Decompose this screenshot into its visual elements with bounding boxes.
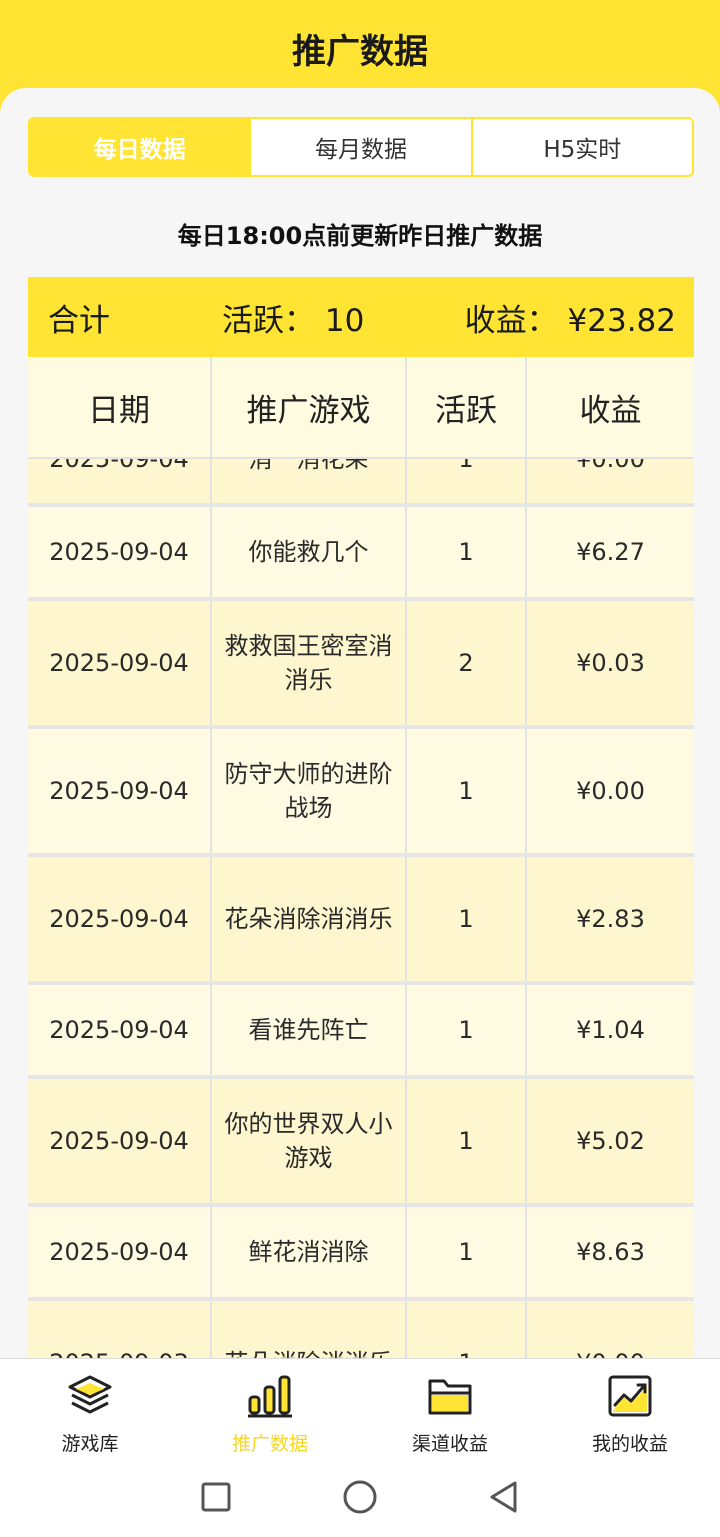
tab-h5-realtime[interactable]: H5实时 xyxy=(470,119,692,175)
cell-game: 花朵消除消消乐 xyxy=(212,857,407,981)
cell-income: ¥8.63 xyxy=(576,1238,645,1266)
cell-game: 救救国王密室消消乐 xyxy=(212,601,407,725)
cell-income: ¥0.03 xyxy=(576,649,645,677)
table-row[interactable]: 2025-09-03 花朵消除消消乐 1 ¥0.00 xyxy=(28,1301,694,1358)
cell-game: 你能救几个 xyxy=(212,507,407,597)
cell-date: 2025-09-04 xyxy=(28,729,212,853)
recent-apps-icon[interactable] xyxy=(200,1481,232,1517)
bar-chart-icon xyxy=(246,1373,294,1419)
tab-daily-data[interactable]: 每日数据 xyxy=(30,119,250,175)
nav-my-income[interactable]: 我的收益 xyxy=(540,1359,720,1460)
nav-label: 推广数据 xyxy=(231,1433,308,1455)
table-row[interactable]: 2025-09-04 鲜花消消除 1 ¥8.63 xyxy=(28,1207,694,1301)
cell-active: 2 xyxy=(407,601,527,725)
summary-bar: 合计 活跃： 10 收益： ¥23.82 xyxy=(28,277,694,357)
cell-income: ¥1.04 xyxy=(576,1016,645,1044)
cell-active: 1 xyxy=(407,985,527,1075)
table-row[interactable]: 2025-09-04 防守大师的进阶战场 1 ¥0.00 xyxy=(28,729,694,857)
cell-game: 花朵消除消消乐 xyxy=(212,1301,407,1358)
cell-income: ¥5.02 xyxy=(576,1127,645,1155)
cell-active: 1 xyxy=(407,1207,527,1297)
header-income: 收益 xyxy=(527,357,694,459)
summary-label: 合计 xyxy=(48,302,110,339)
table-row[interactable]: 2025-09-04 你的世界双人小游戏 1 ¥5.02 xyxy=(28,1079,694,1207)
cell-date: 2025-09-03 xyxy=(28,1301,212,1358)
page-title: 推广数据 xyxy=(292,32,428,72)
cell-date: 2025-09-04 xyxy=(28,459,212,503)
table-row[interactable]: 2025-09-04 消一消花朵 1 ¥0.00 xyxy=(28,459,694,507)
tab-bar: 每日数据 每月数据 H5实时 xyxy=(28,117,694,177)
table-row[interactable]: 2025-09-04 救救国王密室消消乐 2 ¥0.03 xyxy=(28,601,694,729)
cell-date: 2025-09-04 xyxy=(28,857,212,981)
table-scroll-area[interactable]: 2025-09-04 消一消花朵 1 ¥0.00 2025-09-04 你能救几… xyxy=(28,459,694,1358)
cell-active: 1 xyxy=(407,1079,527,1203)
nav-label: 渠道收益 xyxy=(411,1433,488,1455)
cell-active: 1 xyxy=(407,729,527,853)
table-row[interactable]: 2025-09-04 花朵消除消消乐 1 ¥2.83 xyxy=(28,857,694,985)
nav-promo-data[interactable]: 推广数据 xyxy=(180,1359,360,1460)
cell-income: ¥0.00 xyxy=(576,777,645,805)
cell-active: 1 xyxy=(407,507,527,597)
bottom-nav: 游戏库 推广数据 渠道收益 我的收益 xyxy=(0,1358,720,1460)
cell-date: 2025-09-04 xyxy=(28,601,212,725)
cell-date: 2025-09-04 xyxy=(28,1079,212,1203)
header-game: 推广游戏 xyxy=(212,357,407,459)
cell-active: 1 xyxy=(407,857,527,981)
cell-game: 消一消花朵 xyxy=(212,459,407,503)
nav-label: 我的收益 xyxy=(591,1433,668,1455)
cell-income: ¥2.83 xyxy=(576,905,645,933)
cell-game: 防守大师的进阶战场 xyxy=(212,729,407,853)
nav-channel-income[interactable]: 渠道收益 xyxy=(360,1359,540,1460)
nav-game-library[interactable]: 游戏库 xyxy=(0,1359,180,1460)
cell-game: 你的世界双人小游戏 xyxy=(212,1079,407,1203)
cell-income: ¥0.00 xyxy=(527,1301,694,1358)
header-active: 活跃 xyxy=(407,357,527,459)
update-notice: 每日18:00点前更新昨日推广数据 xyxy=(177,222,543,250)
cell-date: 2025-09-04 xyxy=(28,1207,212,1297)
folder-icon xyxy=(426,1373,474,1419)
cell-game: 看谁先阵亡 xyxy=(212,985,407,1075)
system-nav-bar xyxy=(0,1460,720,1537)
header-date: 日期 xyxy=(28,357,212,459)
summary-active: 活跃： 10 xyxy=(222,302,365,339)
cell-active: 1 xyxy=(407,1301,527,1358)
cell-game: 鲜花消消除 xyxy=(212,1207,407,1297)
main-panel: 每日数据 每月数据 H5实时 每日18:00点前更新昨日推广数据 合计 活跃： … xyxy=(0,88,720,1358)
nav-label: 游戏库 xyxy=(61,1433,119,1455)
table-row[interactable]: 2025-09-04 看谁先阵亡 1 ¥1.04 xyxy=(28,985,694,1079)
tab-monthly-data[interactable]: 每月数据 xyxy=(249,119,470,175)
trend-chart-icon xyxy=(606,1373,654,1419)
cell-active: 1 xyxy=(407,459,527,503)
cell-date: 2025-09-04 xyxy=(28,985,212,1075)
summary-income: 收益： ¥23.82 xyxy=(464,302,676,339)
back-icon[interactable] xyxy=(488,1480,520,1518)
layers-icon xyxy=(66,1373,114,1419)
cell-income: ¥6.27 xyxy=(576,538,645,566)
table-body: 2025-09-04 消一消花朵 1 ¥0.00 2025-09-04 你能救几… xyxy=(28,459,694,1358)
cell-income: ¥0.00 xyxy=(576,459,645,473)
table-row[interactable]: 2025-09-04 你能救几个 1 ¥6.27 xyxy=(28,507,694,601)
home-icon[interactable] xyxy=(342,1479,378,1519)
table-header: 日期 推广游戏 活跃 收益 xyxy=(28,357,694,459)
cell-date: 2025-09-04 xyxy=(28,507,212,597)
